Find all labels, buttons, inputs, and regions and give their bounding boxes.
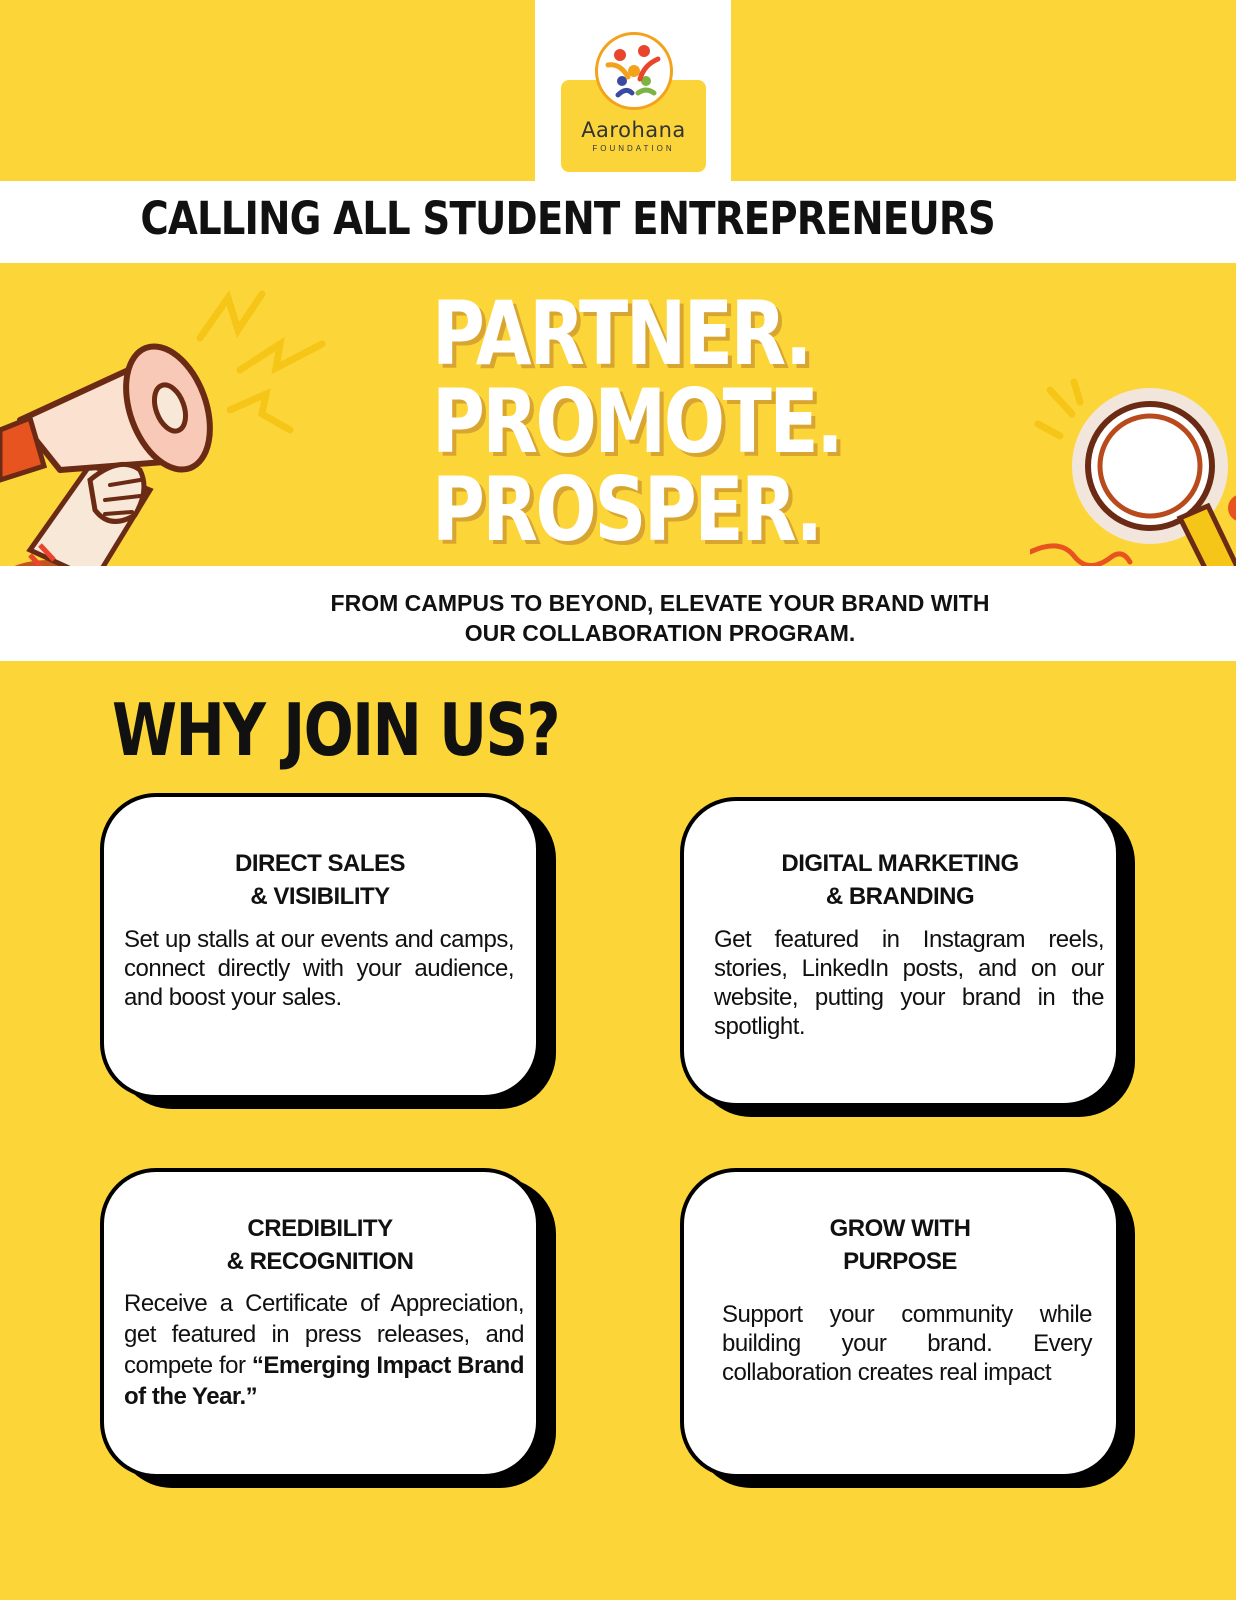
card-body: Support your community while building yo…	[722, 1301, 1093, 1386]
benefit-card-direct-sales: DIRECT SALES & VISIBILITY Set up stalls …	[100, 793, 540, 1099]
card-title: CREDIBILITY & RECOGNITION	[104, 1212, 536, 1278]
benefit-card-credibility: CREDIBILITY & RECOGNITION Receive a Cert…	[100, 1168, 540, 1478]
card-title-line: GROW WITH	[829, 1215, 971, 1242]
logo-panel: Aarohana FOUNDATION	[535, 0, 731, 181]
card-title-line: & BRANDING	[825, 883, 975, 910]
card-body: Get featured in Instagram reels, stories…	[714, 926, 1105, 1040]
subtitle: FROM CAMPUS TO BEYOND, ELEVATE YOUR BRAN…	[0, 588, 1236, 648]
benefit-card-digital-marketing: DIGITAL MARKETING & BRANDING Get feature…	[680, 797, 1120, 1107]
logo-tagline: FOUNDATION	[592, 144, 675, 153]
hero-partner: PARTNER.	[432, 282, 812, 385]
logo-name: Aarohana	[581, 118, 686, 142]
hero-promote: PROMOTE.	[432, 370, 844, 473]
card-title-line: DIRECT SALES	[234, 850, 406, 877]
card-title-line: DIGITAL MARKETING	[781, 850, 1019, 877]
card-title: DIRECT SALES & VISIBILITY	[104, 847, 536, 913]
subtitle-line-2: OUR COLLABORATION PROGRAM.	[464, 620, 856, 646]
section-title: WHY JOIN US?	[112, 688, 561, 772]
logo-people-icon	[595, 32, 673, 110]
card-body: Receive a Certificate of Appreciation, g…	[124, 1288, 525, 1412]
card-title: GROW WITH PURPOSE	[684, 1212, 1116, 1278]
card-title-line: PURPOSE	[843, 1248, 957, 1275]
benefit-card-grow-with-purpose: GROW WITH PURPOSE Support your community…	[680, 1168, 1120, 1478]
hero-prosper: PROSPER.	[432, 458, 823, 561]
card-body: Set up stalls at our events and camps, c…	[124, 926, 515, 1011]
card-title-line: & RECOGNITION	[226, 1248, 414, 1275]
subtitle-line-1: FROM CAMPUS TO BEYOND, ELEVATE YOUR BRAN…	[330, 590, 990, 616]
megaphone-icon	[0, 290, 326, 604]
card-title-line: & VISIBILITY	[250, 883, 390, 910]
card-title: DIGITAL MARKETING & BRANDING	[684, 847, 1116, 913]
page-title: CALLING ALL STUDENT ENTREPRENEURS	[140, 192, 995, 245]
card-title-line: CREDIBILITY	[247, 1215, 393, 1242]
poster: Aarohana FOUNDATION CALLING ALL STUDENT …	[0, 0, 1236, 1600]
